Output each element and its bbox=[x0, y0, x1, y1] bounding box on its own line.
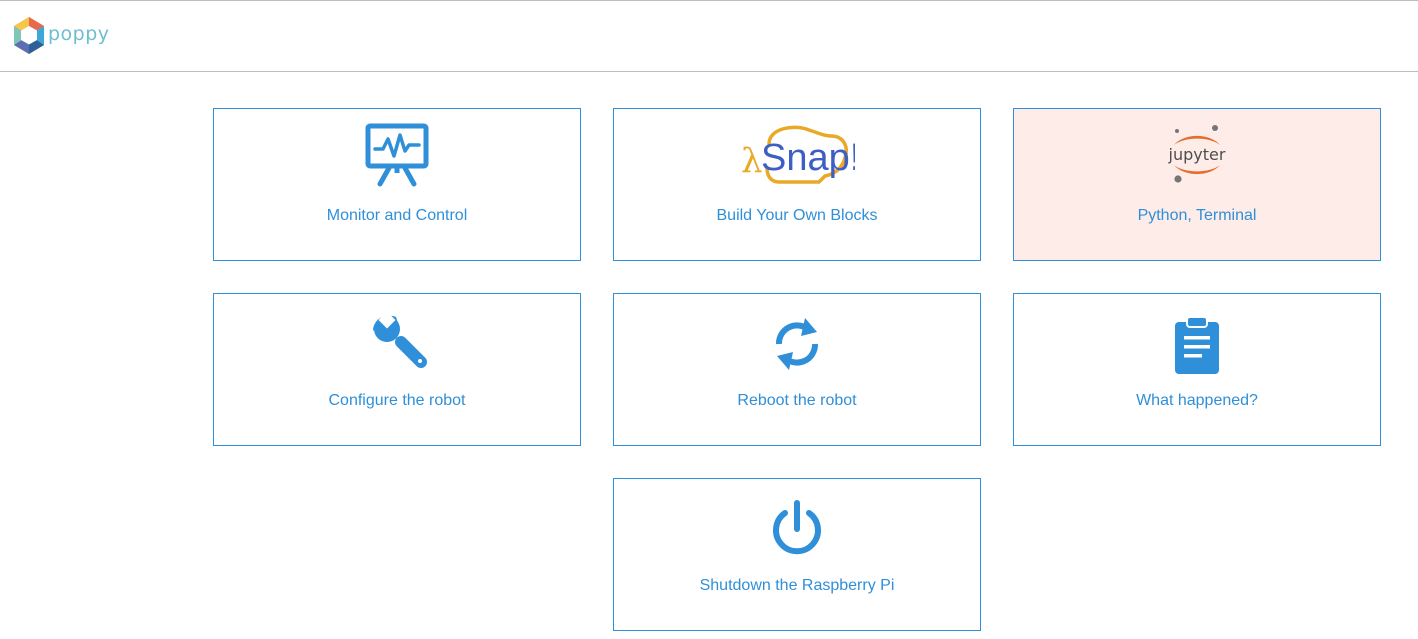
tile-label: Build Your Own Blocks bbox=[716, 207, 878, 224]
power-icon bbox=[773, 500, 821, 555]
build-your-own-blocks-tile[interactable]: λ Snap! Build Your Own Blocks bbox=[613, 108, 981, 261]
snap-logo: λ Snap! bbox=[741, 125, 855, 184]
tile-label: Configure the robot bbox=[328, 392, 466, 409]
refresh-icon bbox=[776, 318, 818, 370]
tile-label: Monitor and Control bbox=[326, 207, 468, 224]
svg-text:jupyter: jupyter bbox=[1168, 145, 1226, 164]
tile-label: What happened? bbox=[1136, 392, 1258, 409]
shutdown-raspberry-pi-tile[interactable]: Shutdown the Raspberry Pi bbox=[613, 478, 981, 631]
configure-the-robot-tile[interactable]: Configure the robot bbox=[213, 293, 581, 446]
what-happened-tile[interactable]: What happened? bbox=[1013, 293, 1381, 446]
tile-label: Reboot the robot bbox=[737, 392, 857, 409]
monitor-chart-icon bbox=[365, 123, 429, 187]
python-terminal-tile[interactable]: jupyter Python, Terminal bbox=[1013, 108, 1381, 261]
jupyter-logo: jupyter bbox=[1168, 125, 1226, 183]
reboot-the-robot-tile[interactable]: Reboot the robot bbox=[613, 293, 981, 446]
poppy-logo-icon bbox=[14, 17, 44, 54]
brand-link[interactable]: poppy bbox=[11, 16, 110, 56]
wrench-icon bbox=[373, 311, 427, 368]
brand-name: poppy bbox=[48, 23, 110, 45]
clipboard-icon bbox=[1175, 316, 1219, 374]
monitor-and-control-tile[interactable]: Monitor and Control bbox=[213, 108, 581, 261]
svg-text:λ: λ bbox=[741, 141, 763, 181]
tile-label: Shutdown the Raspberry Pi bbox=[699, 577, 895, 594]
top-navbar: poppy bbox=[0, 0, 1418, 72]
svg-text:Snap!: Snap! bbox=[761, 137, 855, 179]
tile-label: Python, Terminal bbox=[1137, 207, 1257, 224]
